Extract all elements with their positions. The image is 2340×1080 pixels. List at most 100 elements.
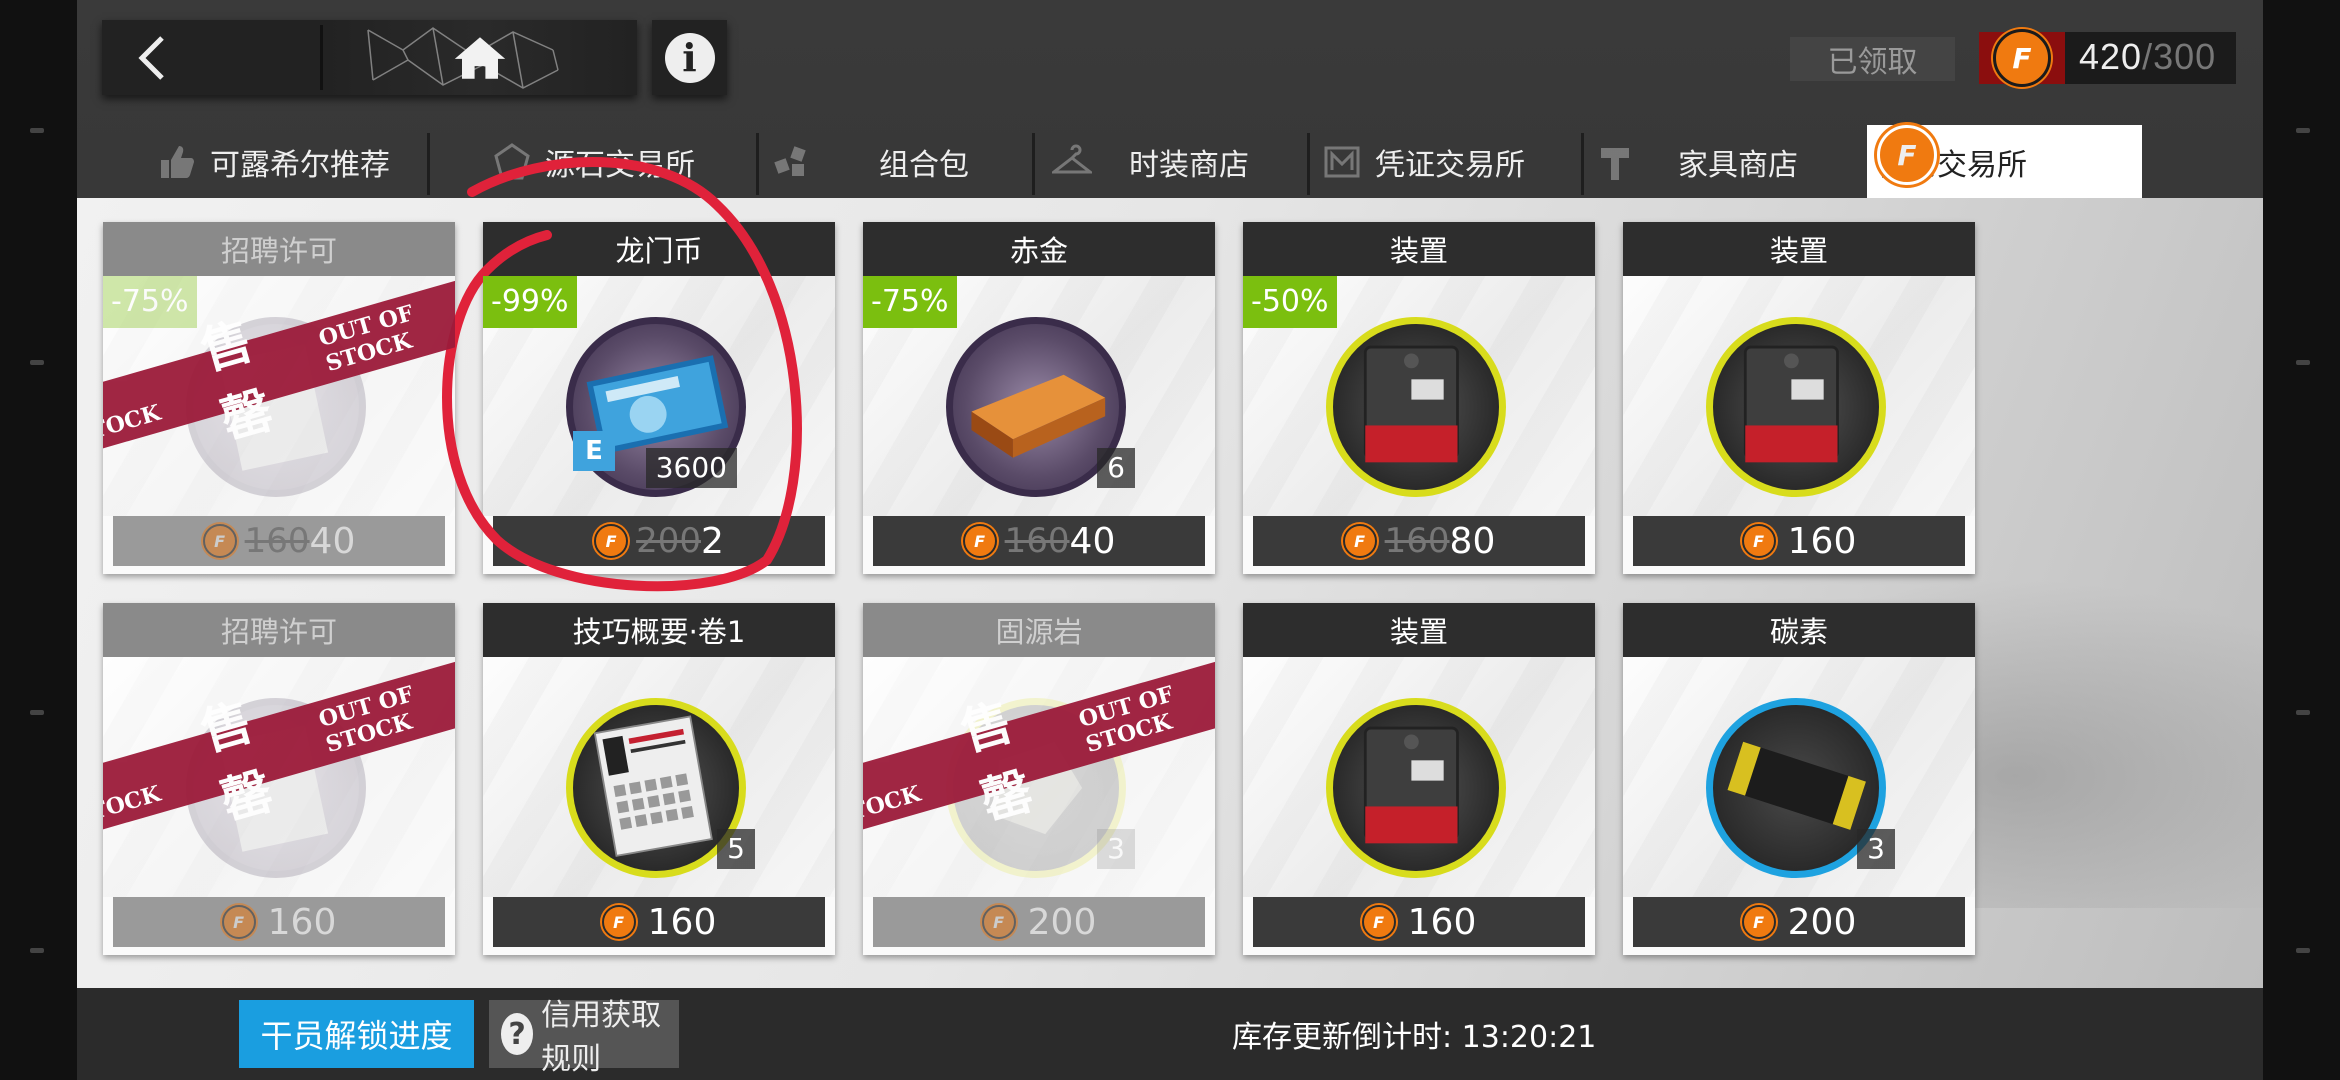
new-price: 200 — [1027, 901, 1097, 943]
new-price: 160 — [1407, 901, 1477, 943]
question-icon: ? — [501, 1013, 534, 1055]
device-icon — [1706, 317, 1886, 497]
new-price: 80 — [1449, 520, 1496, 562]
frame-notch — [30, 948, 44, 953]
shop-item-card[interactable]: 碳素 3 F 200 — [1623, 603, 1975, 955]
f-coin-icon: F — [1361, 905, 1396, 939]
home-button[interactable] — [323, 20, 637, 95]
item-price: F 160 40 — [873, 516, 1205, 566]
info-button[interactable]: i — [652, 20, 727, 95]
item-title: 装置 — [1243, 603, 1595, 657]
discount-badge: -50% — [1243, 276, 1337, 328]
tab-recommended[interactable]: 可露希尔推荐 — [152, 125, 392, 198]
item-art — [1243, 657, 1595, 897]
tab-bundles[interactable]: 组合包 — [767, 125, 1037, 198]
operator-unlock-progress-button[interactable]: 干员解锁进度 — [239, 1000, 474, 1068]
tab-separator — [1032, 133, 1035, 195]
shop-item-card[interactable]: 固源岩 3 OF STOCK 售罄 OUT OF STOCK F 200 — [863, 603, 1215, 955]
hammer-icon — [1592, 137, 1642, 187]
device-frame-left — [0, 0, 77, 1080]
f-coin-icon: F — [962, 524, 997, 558]
item-title: 固源岩 — [863, 603, 1215, 657]
f-coin-icon: F — [981, 905, 1016, 939]
info-icon: i — [664, 32, 715, 83]
old-price: 160 — [1384, 521, 1450, 561]
tab-separator — [427, 133, 430, 195]
item-price: F 160 80 — [1253, 516, 1585, 566]
tab-voucher-exchange[interactable]: 凭证交易所 — [1317, 125, 1577, 198]
tab-label: 凭证交易所 — [1375, 147, 1525, 183]
tab-separator — [1581, 133, 1584, 195]
device-frame-right — [2263, 0, 2340, 1080]
thumbs-up-icon — [152, 137, 202, 187]
shop-item-card[interactable]: 技巧概要·卷1 5 F 160 — [483, 603, 835, 955]
tab-label: 可露希尔推荐 — [210, 147, 390, 183]
tab-originium-exchange[interactable]: 源石交易所 — [487, 125, 727, 198]
item-quantity: 3 — [1097, 829, 1135, 869]
item-price: F 160 — [1633, 516, 1965, 566]
shop-item-card[interactable]: 龙门币 E 3600 -99% F 200 2 — [483, 222, 835, 574]
tab-separator — [1307, 133, 1310, 195]
package-icon — [767, 137, 817, 187]
item-price: F 160 — [493, 897, 825, 947]
lmd-badge-icon: E — [573, 431, 615, 471]
f-coin-icon: F — [1993, 29, 2051, 87]
f-coin-icon: F — [1741, 524, 1776, 558]
hanger-icon — [1047, 137, 1097, 187]
credit-icon-wrap: F — [1979, 29, 2065, 87]
f-coin-icon: F — [1741, 905, 1776, 939]
tab-separator — [756, 133, 759, 195]
game-screen: i 已领取 F 420/300 可露希尔推荐 源石交易所 组合包 时装商店 凭证… — [77, 0, 2263, 1080]
f-coin-icon: F — [202, 524, 237, 558]
tab-fashion-store[interactable]: 时装商店 — [1047, 125, 1312, 198]
f-coin-icon: F — [221, 905, 256, 939]
tab-label: 家具商店 — [1678, 147, 1798, 183]
tab-credit-exchange[interactable]: F 信用交易所 — [1867, 125, 2142, 198]
frame-notch — [2296, 948, 2310, 953]
shop-item-card[interactable]: 招聘许可 OF STOCK 售罄 OUT OF STOCK F 160 — [103, 603, 455, 955]
shop-item-card[interactable]: 装置 F 160 — [1623, 222, 1975, 574]
frame-notch — [30, 360, 44, 365]
f-coin-icon: F — [594, 524, 629, 558]
new-price: 40 — [1069, 520, 1116, 562]
tab-label: 组合包 — [879, 147, 969, 183]
tab-furniture-store[interactable]: 家具商店 — [1592, 125, 1852, 198]
back-button[interactable] — [102, 20, 320, 95]
restock-timer: 库存更新倒计时: 13:20:21 — [1232, 1020, 1597, 1055]
item-title: 装置 — [1623, 222, 1975, 276]
device-icon — [1326, 698, 1506, 878]
shop-item-card[interactable]: 招聘许可 -75% OF STOCK 售罄 OUT OF STOCK F 160… — [103, 222, 455, 574]
f-coin-icon: F — [1342, 524, 1377, 558]
new-price: 40 — [309, 520, 356, 562]
discount-badge: -99% — [483, 276, 577, 328]
credit-rules-button[interactable]: ? 信用获取规则 — [489, 998, 679, 1077]
shop-item-card[interactable]: 装置 -50% F 160 80 — [1243, 222, 1595, 574]
item-title: 技巧概要·卷1 — [483, 603, 835, 657]
item-title: 赤金 — [863, 222, 1215, 276]
credit-count: 420/300 — [2079, 36, 2216, 78]
frame-notch — [30, 128, 44, 133]
item-quantity: 6 — [1097, 448, 1135, 488]
originium-icon — [487, 137, 537, 187]
item-price: F 160 40 — [113, 516, 445, 566]
credit-max: 300 — [2153, 36, 2217, 77]
item-title: 装置 — [1243, 222, 1595, 276]
new-price: 160 — [1787, 520, 1857, 562]
shop-item-card[interactable]: 赤金 6 -75% F 160 40 — [863, 222, 1215, 574]
rules-label: 信用获取规则 — [541, 998, 662, 1077]
item-title: 碳素 — [1623, 603, 1975, 657]
item-art: 5 — [483, 657, 835, 897]
item-title: 招聘许可 — [103, 603, 455, 657]
credit-current: 420 — [2079, 36, 2143, 77]
top-navigation — [102, 20, 637, 95]
new-price: 160 — [647, 901, 717, 943]
f-coin-icon: F — [601, 905, 636, 939]
unlock-label: 干员解锁进度 — [260, 1017, 453, 1055]
item-quantity: 3600 — [645, 448, 737, 488]
claimed-label: 已领取 — [1827, 45, 1918, 80]
shop-item-card[interactable]: 装置 F 160 — [1243, 603, 1595, 955]
chevron-left-icon — [138, 35, 164, 80]
item-price: F 160 — [113, 897, 445, 947]
frame-notch — [2296, 360, 2310, 365]
home-icon — [454, 36, 506, 79]
